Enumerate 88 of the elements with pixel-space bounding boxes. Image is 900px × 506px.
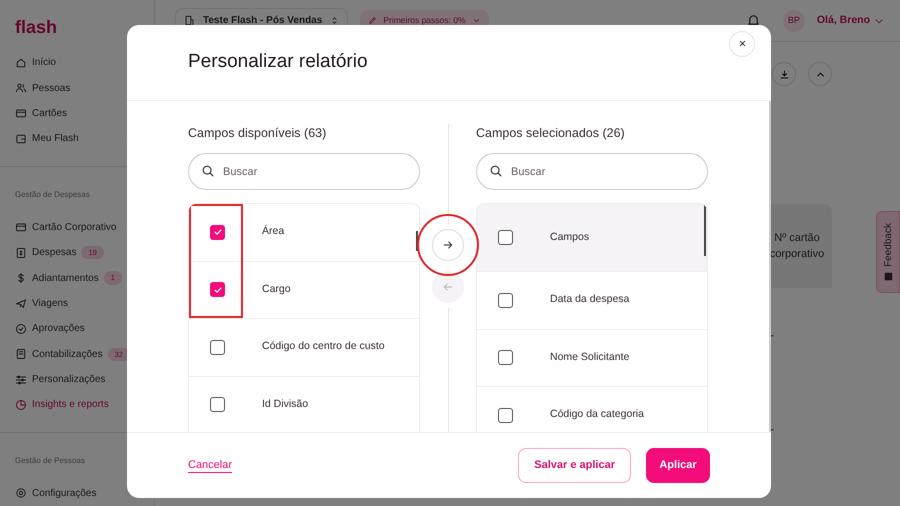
user-avatar[interactable]: BP (782, 10, 805, 32)
item-label: Despesas (32, 246, 76, 260)
field-label: Nome Solicitante (550, 350, 630, 365)
check-icon (212, 284, 222, 295)
check-icon (212, 227, 222, 238)
document-icon (15, 348, 27, 360)
field-row[interactable]: Cargo (189, 262, 419, 319)
item-label: Cartões (32, 106, 68, 121)
people-icon (15, 82, 27, 94)
field-row[interactable]: Área (189, 204, 419, 262)
search-icon (201, 164, 215, 178)
sidebar-item[interactable]: Personalizações (15, 366, 154, 392)
checkbox[interactable] (498, 408, 513, 423)
field-label: Código do centro de custo (262, 339, 385, 354)
field-label: Código da categoria (550, 407, 644, 422)
section-heading: Gestão de Despesas (15, 188, 90, 201)
dialog-title: Personalizar relatório (188, 50, 368, 74)
checkbox[interactable] (210, 340, 225, 355)
close-icon (738, 39, 746, 48)
item-label: Pessoas (32, 82, 70, 96)
item-label: Configurações (32, 486, 96, 501)
download-icon (778, 68, 790, 80)
checkbox[interactable] (210, 224, 225, 240)
search-field[interactable]: Buscar (188, 153, 420, 190)
checkbox[interactable] (498, 292, 513, 308)
item-label: Contabilizações (32, 348, 103, 362)
sliders-icon (15, 374, 27, 386)
apply-button[interactable]: Aplicar (646, 448, 710, 483)
item-label: Cartão Corporativo (32, 220, 116, 235)
gear-icon (15, 487, 27, 500)
checkbox[interactable] (498, 350, 513, 366)
home-icon (15, 56, 27, 69)
item-label: Início (32, 56, 56, 70)
sidebar-item[interactable]: Configurações (15, 480, 154, 506)
field-row[interactable]: Nome Solicitante (477, 330, 707, 387)
arrow-left-icon (442, 281, 454, 293)
column-title: Campos disponíveis (63) (188, 125, 328, 142)
field-label: Cargo (262, 282, 291, 297)
chevron-down-icon (472, 16, 481, 25)
sidebar-item[interactable]: Início (15, 50, 154, 76)
receipt-icon (15, 246, 27, 259)
card-icon (15, 107, 27, 120)
field-row[interactable]: Data da despesa (477, 272, 707, 330)
field-label: Data da despesa (550, 292, 630, 308)
logo[interactable]: flash (15, 16, 58, 38)
column-title: Campos selecionados (26) (476, 125, 626, 142)
sidebar-item[interactable]: Cartões (15, 100, 154, 126)
checkbox[interactable] (210, 282, 225, 298)
item-label: Personalizações (32, 373, 106, 388)
check-circle-icon (15, 322, 27, 335)
chat-icon (884, 272, 892, 282)
building-icon (184, 15, 195, 26)
field-label: Campos (550, 230, 590, 245)
wallet-icon (15, 132, 27, 145)
scrollbar[interactable] (416, 231, 418, 251)
field-label: Id Divisão (262, 396, 308, 412)
cancel-link[interactable]: Cancelar (188, 458, 232, 473)
item-label: Adiantamentos (32, 272, 99, 286)
arrow-right-icon (442, 239, 454, 251)
card-icon (15, 221, 27, 234)
field-row[interactable]: Id Divisão (189, 376, 419, 432)
field-label: Área (262, 224, 284, 240)
plane-icon (15, 297, 27, 310)
sidebar-item[interactable]: Viagens (15, 290, 154, 316)
sidebar-item[interactable]: Aprovações (15, 316, 154, 342)
checkbox[interactable] (210, 397, 225, 412)
sidebar-item[interactable]: Pessoas (15, 75, 154, 101)
section-heading: Gestão de Pessoas (15, 454, 85, 467)
download-button[interactable] (772, 62, 796, 86)
user-menu[interactable]: Olá, Breno (816, 12, 884, 28)
checkbox[interactable] (498, 230, 513, 245)
field-row[interactable]: Código do centro de custo (189, 319, 419, 376)
feedback-tab[interactable]: Feedback (876, 211, 900, 293)
save-and-apply-button[interactable]: Salvar e aplicar (518, 448, 631, 483)
item-label: Aprovações (32, 322, 85, 336)
item-label: Meu Flash (32, 132, 79, 146)
chart-icon (15, 398, 27, 411)
bell-icon[interactable] (746, 13, 761, 28)
item-label: Viagens (32, 296, 68, 311)
pencil-icon (368, 16, 378, 25)
scrollbar[interactable] (704, 204, 706, 256)
field-row[interactable]: Campos (477, 204, 707, 272)
item-label: Insights e reports (32, 398, 109, 412)
search-icon (489, 164, 503, 178)
updown-icon (330, 16, 340, 25)
field-row[interactable]: Código da categoria (477, 387, 707, 432)
sidebar-item[interactable]: Insights e reports (15, 392, 154, 418)
search-field[interactable]: Buscar (476, 153, 708, 190)
